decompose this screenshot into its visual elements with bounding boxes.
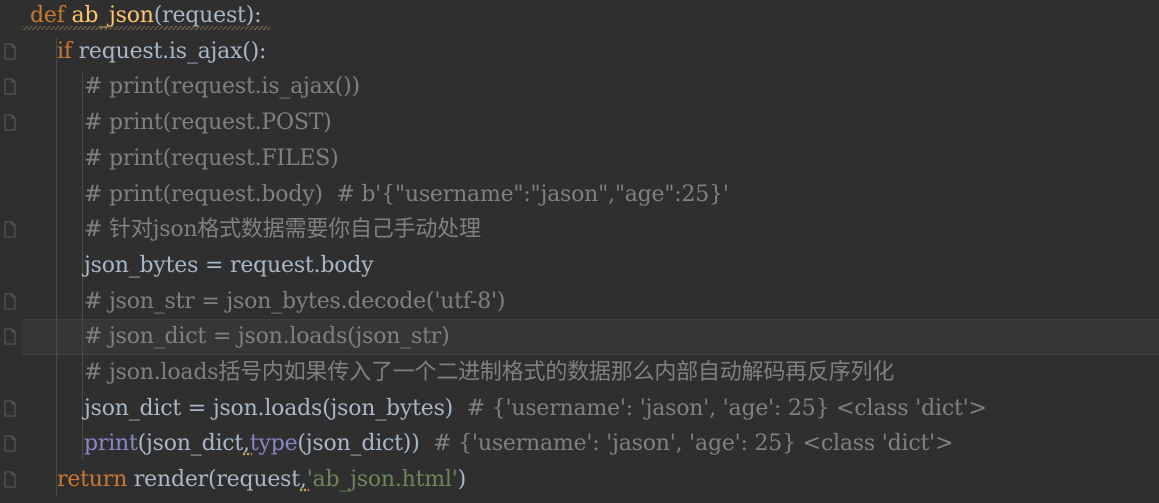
code-line[interactable]: # json.loads括号内如果传入了一个二进制格式的数据那么内部自动解码再反… [0,355,1159,391]
code-line[interactable]: json_dict = json.loads(json_bytes) # {'u… [0,391,1159,427]
code-token-kw: return [57,467,128,493]
code-token-plain: request.is_ajax(): [71,38,267,64]
code-line[interactable]: return render(request,'ab_json.html') [0,462,1159,498]
comment-doc-icon[interactable] [3,78,17,95]
code-token-plain: (json_dict)) [297,431,420,457]
code-token-kw: def [30,3,65,28]
code-token-comment: # {'username': 'jason', 'age': 25} <clas… [433,431,954,457]
code-line[interactable]: # print(request.POST) [0,105,1159,141]
code-token-plain: , [298,462,309,498]
code-token-kw: if [57,38,72,64]
comment-doc-icon[interactable] [3,328,17,345]
code-line[interactable]: # json_str = json_bytes.decode('utf-8') [0,284,1159,320]
editor-gutter[interactable] [0,0,22,503]
code-line[interactable]: # json_dict = json.loads(json_str) [0,319,1159,355]
comment-doc-icon[interactable] [3,471,17,488]
code-token-fn: ab_json [71,3,154,28]
comment-doc-icon[interactable] [3,114,17,131]
code-line[interactable]: # print(request.is_ajax()) [0,69,1159,105]
code-token-plain: render(request [127,467,300,493]
code-editor[interactable]: def ab_json(request): if request.is_ajax(… [0,0,1159,503]
code-token-comment: # {'username': 'jason', 'age': 25} <clas… [466,395,987,421]
code-token-comment: # json_dict = json.loads(json_str) [84,324,450,350]
code-token-comment: # print(request.is_ajax()) [84,74,360,100]
code-token-plain: (json_dict [137,431,244,457]
code-line[interactable]: # print(request.body) # b'{"username":"j… [0,177,1159,213]
code-token-builtin: type [249,431,298,457]
code-token-comment: # json.loads括号内如果传入了一个二进制格式的数据那么内部自动解码再反… [84,360,895,385]
comment-doc-icon[interactable] [3,400,17,417]
code-token-str: 'ab_json.html' [306,467,458,493]
code-line[interactable]: # print(request.FILES) [0,141,1159,177]
code-token-plain: json_dict = json.loads(json_bytes) [84,395,454,421]
code-token-plain: , [242,426,252,462]
code-content[interactable]: def ab_json(request): if request.is_ajax(… [0,0,1159,503]
code-token-comment: # json_str = json_bytes.decode('utf-8') [84,288,506,314]
comment-doc-icon[interactable] [3,435,17,452]
comment-doc-icon[interactable] [3,293,17,310]
code-token-plain: (request): [153,3,262,28]
code-token-comment: # print(request.POST) [84,110,332,136]
code-token-plain: json_bytes = request.body [84,252,374,278]
code-token-builtin: print [84,431,138,457]
code-line[interactable]: print(json_dict,type(json_dict)) # {'use… [0,426,1159,462]
code-line[interactable]: json_bytes = request.body [0,248,1159,284]
code-line[interactable]: if request.is_ajax(): [0,34,1159,70]
code-token-comment: # 针对json格式数据需要你自己手动处理 [84,217,481,243]
comment-doc-icon[interactable] [3,43,17,60]
error-squiggle-underline [22,26,270,30]
code-token-plain: ) [457,467,467,493]
code-token-comment: # print(request.body) # b'{"username":"j… [84,181,729,207]
code-line[interactable]: # 针对json格式数据需要你自己手动处理 [0,212,1159,248]
comment-doc-icon[interactable] [3,221,17,238]
code-token-comment: # print(request.FILES) [84,145,339,171]
